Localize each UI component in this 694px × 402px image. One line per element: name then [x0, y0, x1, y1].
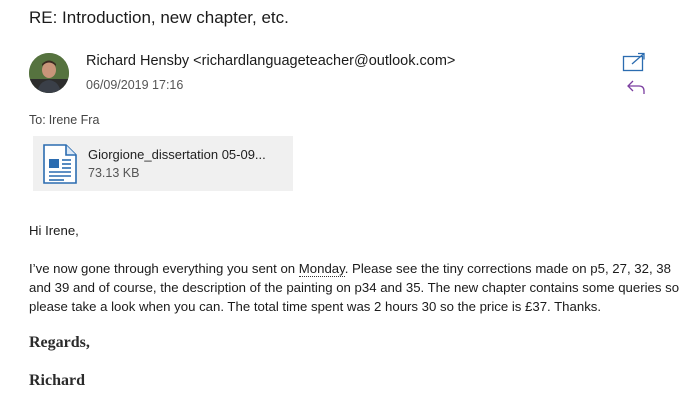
message-signature: Richard [29, 372, 85, 389]
avatar-photo [29, 53, 69, 93]
message-greeting: Hi Irene, [29, 223, 79, 238]
message-closing: Regards, [29, 334, 90, 351]
sent-date: 06/09/2019 17:16 [86, 78, 184, 92]
document-icon [42, 144, 78, 189]
attachment-name: Giorgione_dissertation 05-09... [88, 147, 266, 162]
open-in-new-window-icon[interactable] [621, 51, 647, 73]
reply-icon[interactable] [623, 76, 649, 98]
email-subject: RE: Introduction, new chapter, etc. [29, 8, 289, 27]
attachment-size: 73.13 KB [88, 166, 140, 180]
to-label: To: [29, 113, 46, 127]
recipients-line: To: Irene Fra [29, 113, 102, 127]
attachment-card[interactable]: Giorgione_dissertation 05-09... 73.13 KB [33, 136, 293, 191]
sender-avatar[interactable] [29, 53, 69, 93]
recipient-name[interactable]: Irene Fra [49, 113, 100, 127]
date-link[interactable]: Monday [298, 261, 345, 277]
message-paragraph: I’ve now gone through everything you sen… [29, 259, 681, 316]
sender-name[interactable]: Richard Hensby <richardlanguageteacher@o… [86, 53, 455, 69]
paragraph-text-start: I’ve now gone through everything you sen… [29, 261, 299, 276]
